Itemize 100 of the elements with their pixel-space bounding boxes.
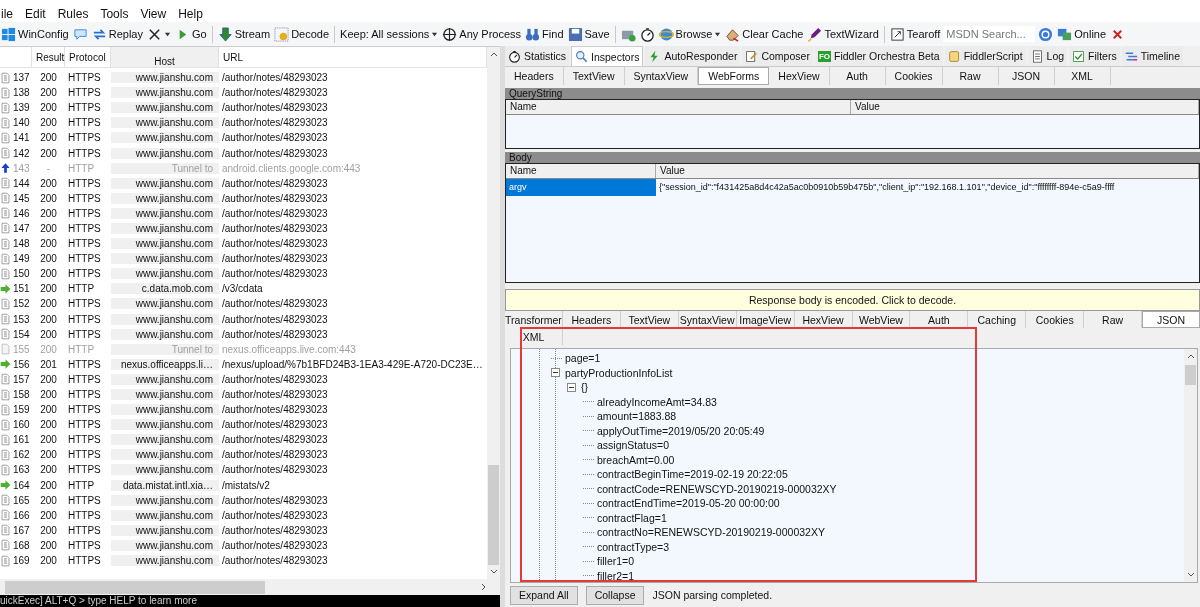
toolbar-button[interactable]: Decode [273, 25, 331, 43]
tab[interactable]: Caching [968, 311, 1027, 328]
session-row[interactable]: 169 200 HTTPS www.jianshu.com /author/notes/48293023 [0, 553, 487, 569]
tree-node[interactable]: assignStatus=0 [597, 439, 670, 452]
tab[interactable]: XML [505, 328, 563, 345]
tab[interactable]: FO Fiddler Orchestra Beta [814, 46, 943, 66]
tree-node[interactable]: filler1=0 [597, 555, 635, 568]
tree-node[interactable]: partyProductionInfoList [565, 366, 673, 379]
tab[interactable]: SyntaxView [678, 311, 737, 328]
tab[interactable]: WebView [852, 311, 911, 328]
toolbar-button[interactable]: TextWizard [806, 25, 880, 43]
tab[interactable]: Inspectors [571, 46, 644, 66]
toolbar-button[interactable]: Replay [90, 25, 144, 43]
toolbar-button[interactable]: Find [524, 25, 565, 43]
session-row[interactable]: 152 200 HTTPS www.jianshu.com /author/notes/48293023 [0, 296, 487, 312]
session-row[interactable]: 166 200 HTTPS www.jianshu.com /author/notes/48293023 [0, 507, 487, 523]
session-row[interactable]: 163 200 HTTPS www.jianshu.com /author/notes/48293023 [0, 462, 487, 478]
scrollbar-thumb[interactable] [1185, 365, 1196, 385]
tab[interactable]: Raw [942, 67, 999, 85]
session-row[interactable]: 168 200 HTTPS www.jianshu.com /author/notes/48293023 [0, 537, 487, 553]
session-row[interactable]: 161 200 HTTPS www.jianshu.com /author/notes/48293023 [0, 432, 487, 448]
tab[interactable]: Transformer [505, 311, 563, 328]
tree-node[interactable]: applyOutTime=2019/05/20 20:05:49 [597, 424, 765, 437]
tree-node[interactable]: contractType=3 [597, 540, 670, 553]
session-row[interactable]: 151 200 HTTP c.data.mob.com /v3/cdata [0, 281, 487, 297]
session-row[interactable]: 156 201 HTTPS nexus.officeapps.li… /nexus/upload/%7b1BFD24B3-1EA3-429E-A720-DC23E… [0, 356, 487, 372]
menu-item[interactable]: ile [0, 7, 14, 21]
tree-button[interactable]: Expand All [510, 585, 578, 605]
session-row[interactable]: 139 200 HTTPS www.jianshu.com /author/notes/48293023 [0, 100, 487, 116]
tree-node[interactable]: page=1 [565, 352, 601, 365]
session-row[interactable]: 153 200 HTTPS www.jianshu.com /author/notes/48293023 [0, 311, 487, 327]
session-row[interactable]: 145 200 HTTPS www.jianshu.com /author/notes/48293023 [0, 190, 487, 206]
toolbar-button[interactable]: Clear Cache [724, 25, 805, 43]
session-row[interactable]: 141 200 HTTPS www.jianshu.com /author/notes/48293023 [0, 130, 487, 146]
session-row[interactable]: 157 200 HTTPS www.jianshu.com /author/notes/48293023 [0, 371, 487, 387]
horizontal-scrollbar[interactable] [0, 579, 500, 595]
toolbar-button[interactable]: Stream [216, 25, 272, 43]
tab[interactable]: Headers [562, 311, 621, 328]
session-row[interactable]: 158 200 HTTPS www.jianshu.com /author/notes/48293023 [0, 386, 487, 403]
tab[interactable]: WebForms [698, 67, 770, 85]
tab[interactable]: TextView [620, 311, 679, 328]
toolbar-button[interactable]: Go [174, 25, 208, 43]
session-row[interactable]: 162 200 HTTPS www.jianshu.com /author/notes/48293023 [0, 447, 487, 463]
tree-button[interactable]: Collapse [585, 585, 645, 605]
tab[interactable]: Auth [910, 311, 969, 328]
tab[interactable]: HexView [769, 67, 830, 85]
tab[interactable]: Headers [505, 67, 564, 85]
vertical-scrollbar[interactable] [487, 47, 500, 579]
tab[interactable]: JSON [1142, 311, 1200, 328]
column-header[interactable]: Host [111, 47, 219, 67]
tab[interactable]: XML [1054, 67, 1111, 85]
session-row[interactable]: 140 200 HTTPS www.jianshu.com /author/notes/48293023 [0, 115, 487, 131]
tab[interactable]: FiddlerScript [944, 46, 1026, 66]
tab[interactable]: Cookies [885, 67, 943, 85]
tree-node[interactable]: filler2=1 [597, 569, 635, 582]
tree-node[interactable]: amount=1883.88 [597, 410, 677, 423]
tab[interactable]: TextView [563, 67, 625, 85]
column-header[interactable]: Name [506, 164, 656, 178]
session-row[interactable]: 150 200 HTTPS www.jianshu.com /author/notes/48293023 [0, 266, 487, 282]
toolbar-button[interactable]: Tearoff [888, 25, 942, 43]
tree-node[interactable]: contractNo=RENEWSCYD-20190219-000032XY [597, 526, 825, 539]
vertical-scrollbar[interactable] [1184, 349, 1197, 582]
session-row[interactable]: 167 200 HTTPS www.jianshu.com /author/notes/48293023 [0, 522, 487, 538]
session-row[interactable]: 148 200 HTTPS www.jianshu.com /author/notes/48293023 [0, 236, 487, 252]
session-row[interactable]: 159 200 HTTPS www.jianshu.com /author/notes/48293023 [0, 402, 487, 418]
menu-item[interactable]: Edit [24, 7, 47, 21]
menu-item[interactable]: Rules [56, 7, 90, 21]
session-row[interactable]: 154 200 HTTPS www.jianshu.com /author/notes/48293023 [0, 326, 487, 342]
tab[interactable]: Filters [1069, 46, 1120, 66]
tab[interactable]: Cookies [1026, 311, 1085, 328]
session-row[interactable]: 149 200 HTTPS www.jianshu.com /author/notes/48293023 [0, 251, 487, 267]
session-row[interactable]: 137 200 HTTPS www.jianshu.com /author/notes/48293023 [0, 70, 487, 86]
tab[interactable]: ImageView [736, 311, 795, 328]
collapse-toggle[interactable] [567, 382, 576, 392]
column-header[interactable]: Value [851, 100, 1199, 114]
session-row[interactable]: 147 200 HTTPS www.jianshu.com /author/notes/48293023 [0, 220, 487, 237]
menu-item[interactable]: Help [177, 7, 204, 21]
tree-node[interactable]: {} [581, 381, 588, 394]
toolbar-button[interactable]: Any Process [441, 25, 523, 43]
tree-node[interactable]: contractBeginTime=2019-02-19 20:22:05 [597, 468, 788, 481]
tree-node[interactable]: alreadyIncomeAmt=34.83 [597, 395, 717, 408]
menu-item[interactable]: View [139, 7, 168, 21]
tree-node[interactable]: breachAmt=0.00 [597, 453, 675, 466]
tab[interactable]: HexView [794, 311, 853, 328]
scrollbar-thumb[interactable] [5, 580, 265, 594]
quickexec-bar[interactable]: uickExec] ALT+Q > type HELP to learn more [0, 595, 500, 607]
toolbar-icon-button[interactable] [638, 25, 656, 43]
collapse-toggle[interactable] [551, 368, 560, 378]
toolbar-button[interactable]: WinConfig [0, 25, 70, 43]
tab[interactable]: Log [1027, 46, 1068, 66]
notice-bar[interactable]: Response body is encoded. Click to decode. [505, 289, 1200, 311]
menu-item[interactable]: Tools [99, 7, 130, 21]
session-row[interactable]: 165 200 HTTPS www.jianshu.com /author/notes/48293023 [0, 492, 487, 508]
column-header[interactable]: Value [656, 164, 1199, 178]
toolbar-button[interactable]: Save [566, 25, 611, 43]
tab[interactable]: Auth [829, 67, 886, 85]
session-row[interactable]: 144 200 HTTPS www.jianshu.com /author/notes/48293023 [0, 175, 487, 191]
tab[interactable]: Composer [742, 46, 813, 66]
tab[interactable]: Statistics [505, 46, 569, 66]
tab[interactable]: AutoResponder [645, 46, 741, 66]
